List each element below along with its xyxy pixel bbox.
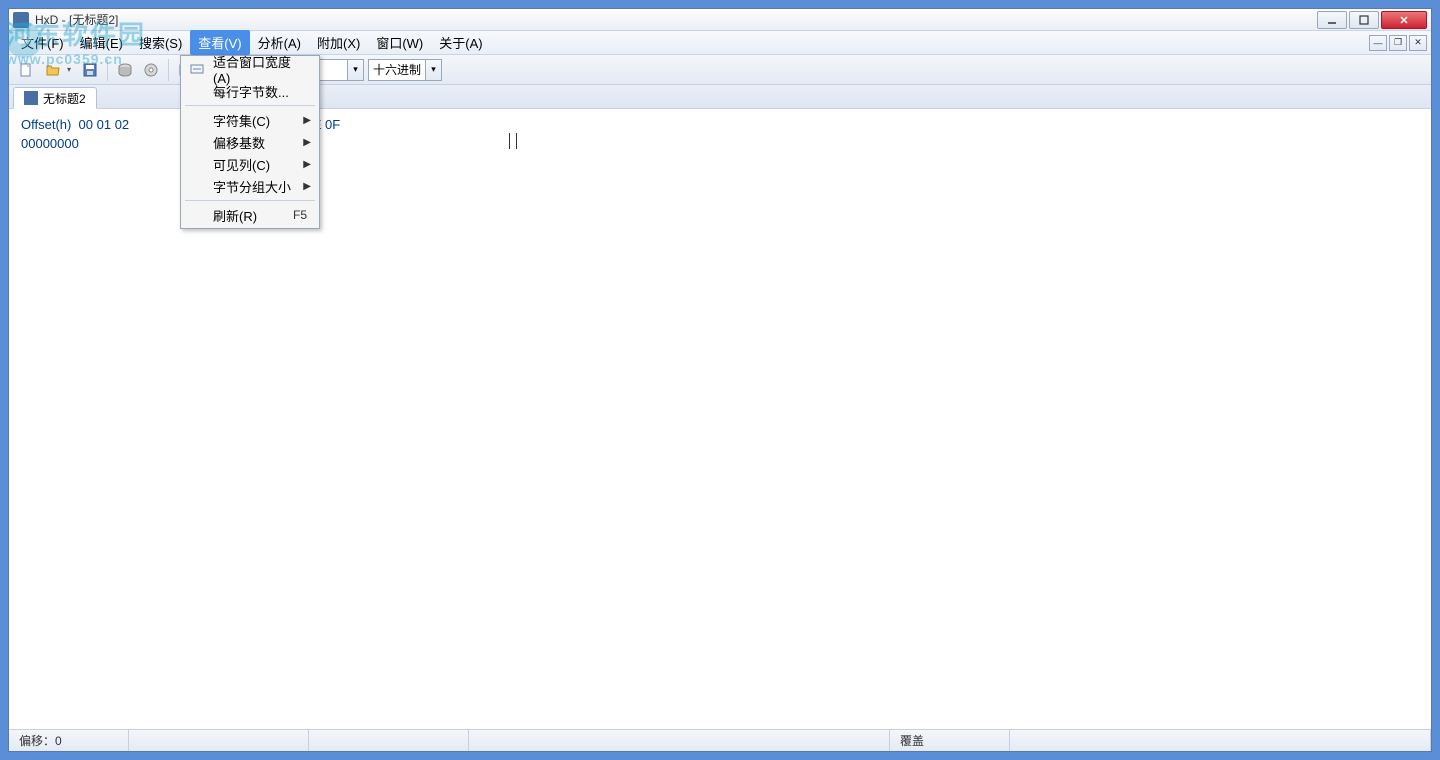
menu-visible-columns[interactable]: 可见列(C) ▶ [183,153,317,175]
menu-edit[interactable]: 编辑(E) [72,30,131,55]
chevron-down-icon[interactable]: ▾ [425,60,441,80]
open-ram-button[interactable] [140,59,162,81]
minimize-button[interactable] [1317,11,1347,29]
radix-select[interactable]: 十六进制 ▾ [368,59,442,81]
status-spacer2 [1010,730,1431,751]
open-disk-button[interactable] [114,59,136,81]
status-mode: 覆盖 [890,730,1010,751]
menu-charset[interactable]: 字符集(C) ▶ [183,109,317,131]
new-button[interactable] [15,59,37,81]
menu-bytes-per-line[interactable]: 每行字节数... [183,80,317,102]
radix-value: 十六进制 [369,61,425,78]
close-button[interactable] [1381,11,1427,29]
menu-refresh[interactable]: 刷新(R) F5 [183,204,317,226]
statusbar: 偏移： 0 覆盖 [9,729,1431,751]
save-button[interactable] [79,59,101,81]
window-title: HxD - [无标题2] [35,11,118,28]
maximize-button[interactable] [1349,11,1379,29]
fit-width-icon [189,61,205,77]
menu-help[interactable]: 关于(A) [431,30,490,55]
open-button[interactable] [41,59,75,81]
submenu-arrow-icon: ▶ [303,115,311,126]
menu-search[interactable]: 搜索(S) [131,30,190,55]
menu-window[interactable]: 窗口(W) [368,30,431,55]
submenu-arrow-icon: ▶ [303,181,311,192]
submenu-arrow-icon: ▶ [303,159,311,170]
view-menu-dropdown: 适合窗口宽度(A) 每行字节数... 字符集(C) ▶ 偏移基数 ▶ 可见列(C… [180,55,320,229]
menu-offset-base[interactable]: 偏移基数 ▶ [183,131,317,153]
tab-untitled2[interactable]: 无标题2 [13,87,97,109]
menu-byte-group-size[interactable]: 字节分组大小 ▶ [183,175,317,197]
status-spacer [469,730,890,751]
document-icon [24,91,38,105]
text-cursor [509,133,517,149]
submenu-arrow-icon: ▶ [303,137,311,148]
watermark-logo [4,20,44,60]
status-offset: 偏移： 0 [9,730,129,751]
status-empty2 [309,730,469,751]
tab-label: 无标题2 [43,90,86,107]
chevron-down-icon[interactable]: ▾ [347,60,363,80]
mdi-restore-button[interactable]: ❐ [1389,35,1407,51]
menu-separator [185,200,315,201]
mdi-close-button[interactable]: ✕ [1409,35,1427,51]
menu-fit-width[interactable]: 适合窗口宽度(A) [183,58,317,80]
menu-separator [185,105,315,106]
titlebar[interactable]: HxD - [无标题2] [9,9,1431,31]
mdi-minimize-button[interactable]: — [1369,35,1387,51]
shortcut-label: F5 [293,208,307,222]
menu-extras[interactable]: 附加(X) [309,30,368,55]
status-empty1 [129,730,309,751]
